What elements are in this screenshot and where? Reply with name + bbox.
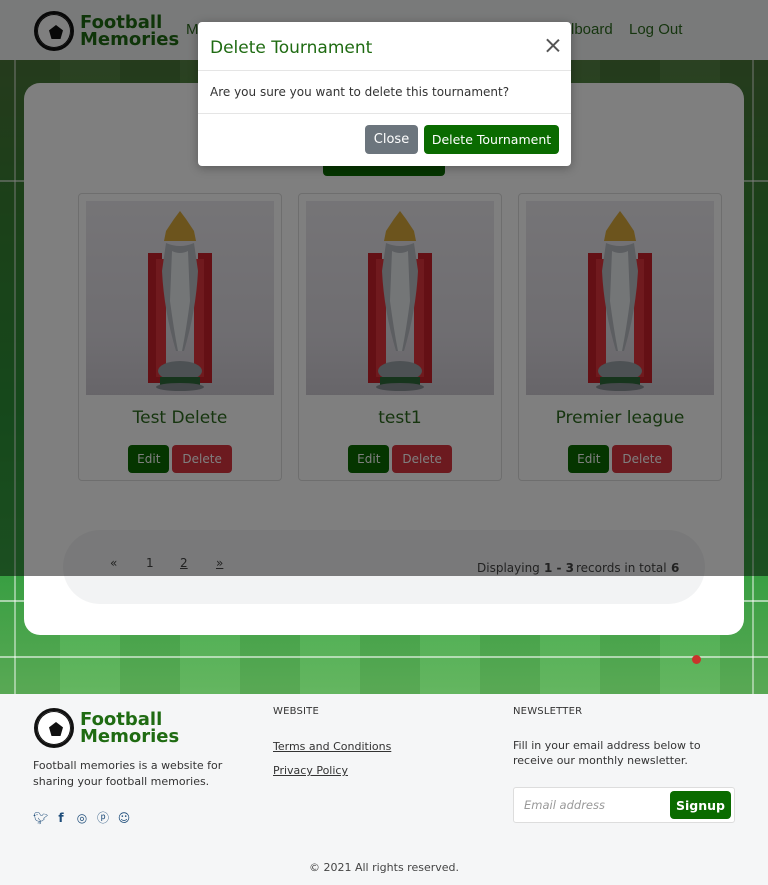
confirm-delete-button[interactable]: Delete Tournament [424, 125, 559, 154]
football-logo-icon [34, 708, 74, 748]
privacy-link[interactable]: Privacy Policy [273, 764, 348, 777]
snapchat-icon[interactable]: ☺ [117, 811, 131, 825]
twitter-icon[interactable]: 🐦︎ [33, 811, 48, 825]
close-icon[interactable] [545, 37, 561, 53]
email-field[interactable] [524, 796, 664, 814]
logo-line-2: Memories [80, 726, 180, 747]
newsletter-form: Signup [513, 787, 735, 823]
facebook-icon[interactable]: f [54, 811, 68, 825]
terms-link[interactable]: Terms and Conditions [273, 740, 391, 753]
logo-text: Football Memories [80, 711, 180, 747]
footer-logo[interactable]: Football Memories [34, 708, 179, 748]
footer-description: Football memories is a website for shari… [33, 759, 223, 788]
site-footer: Football Memories Football memories is a… [0, 694, 768, 885]
delete-tournament-modal: Delete Tournament Are you sure you want … [198, 22, 571, 166]
newsletter-heading: NEWSLETTER [513, 706, 583, 717]
website-heading: WEBSITE [273, 706, 320, 717]
newsletter-text: Fill in your email address below to rece… [513, 739, 701, 767]
modal-close-button[interactable]: Close [365, 125, 418, 154]
instagram-icon[interactable]: ◎ [75, 811, 89, 825]
signup-button[interactable]: Signup [670, 791, 731, 819]
modal-title: Delete Tournament [210, 38, 373, 58]
copyright: © 2021 All rights reserved. [308, 861, 460, 874]
social-links: 🐦︎ f ◎ ⓟ ☺ [33, 811, 131, 825]
modal-message: Are you sure you want to delete this tou… [210, 85, 510, 99]
pinterest-icon[interactable]: ⓟ [96, 811, 110, 825]
